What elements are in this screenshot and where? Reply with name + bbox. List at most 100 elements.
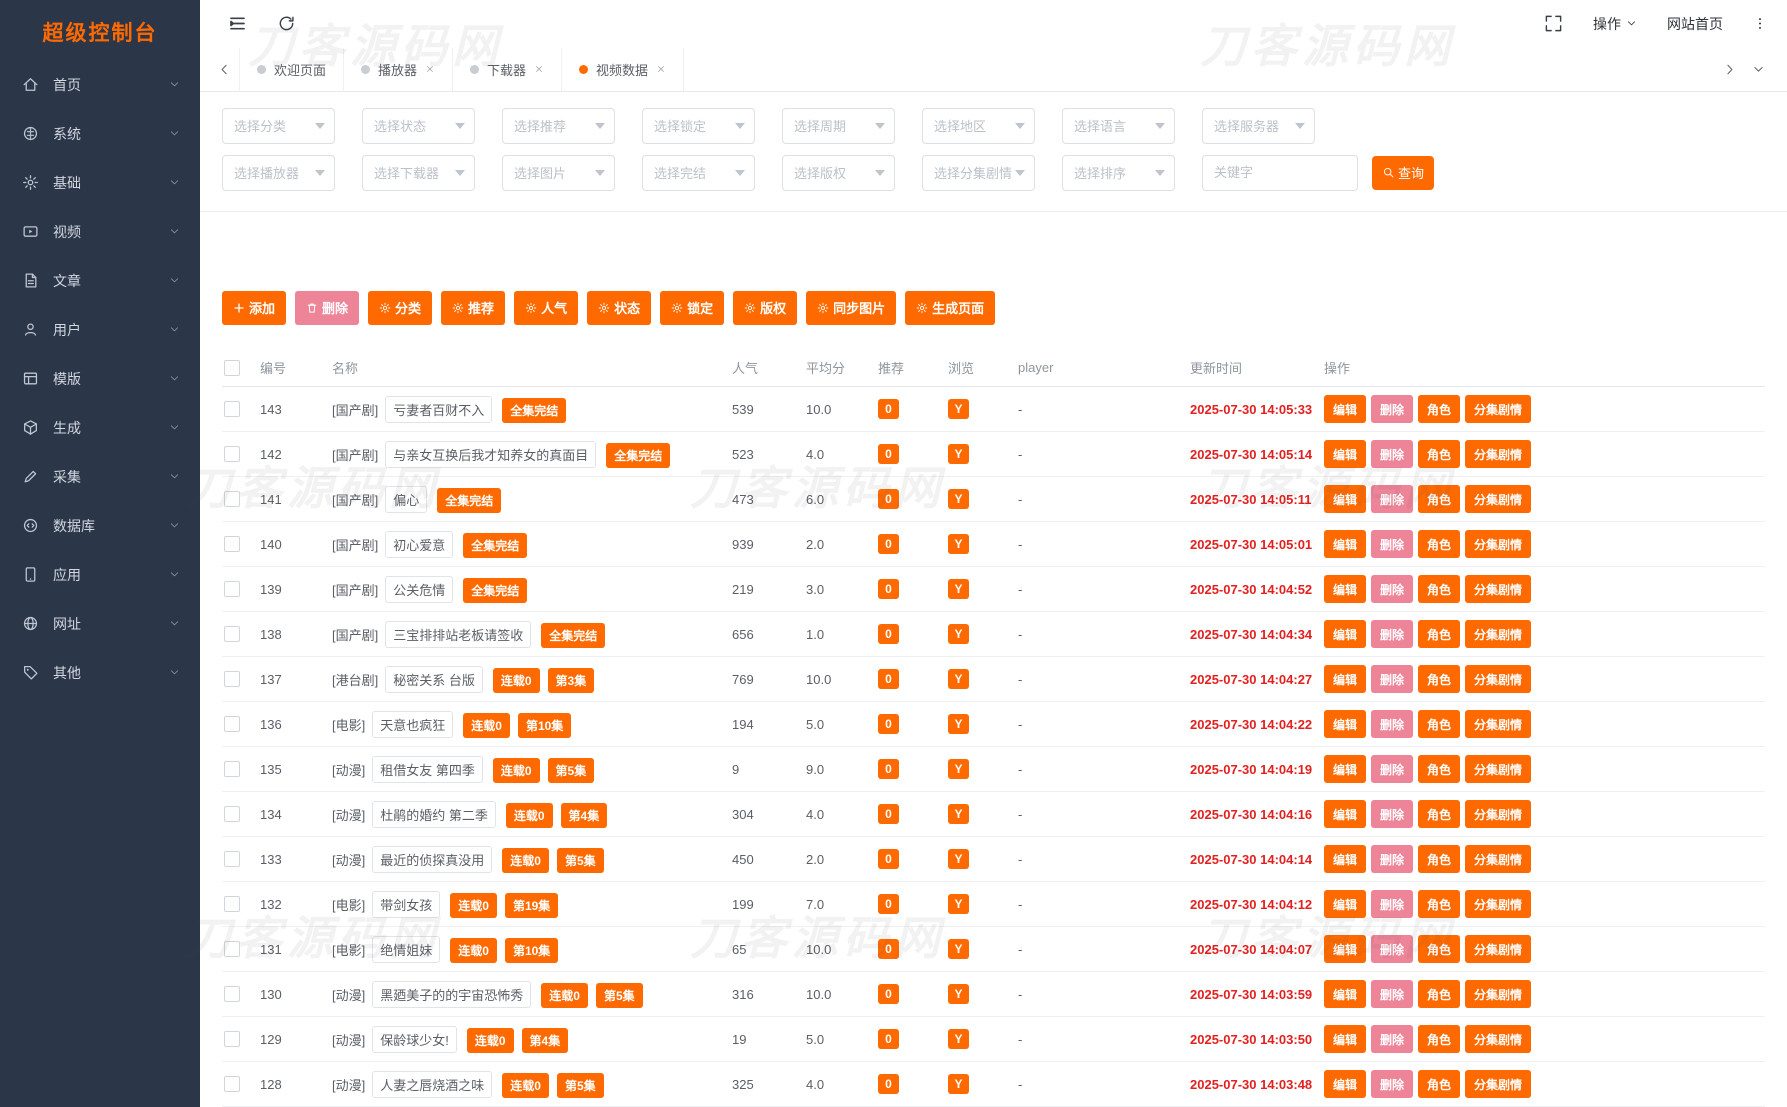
row-action-角色[interactable]: 角色 [1418,980,1461,1008]
row-action-删除[interactable]: 删除 [1371,665,1414,693]
sidebar-item-article[interactable]: 文章 [0,256,200,305]
row-checkbox[interactable] [224,671,240,688]
row-action-编辑[interactable]: 编辑 [1324,890,1367,918]
filter-select[interactable]: 选择分集剧情 [922,154,1035,191]
sidebar-item-gear[interactable]: 基础 [0,158,200,207]
row-action-编辑[interactable]: 编辑 [1324,665,1367,693]
row-action-分集剧情[interactable]: 分集剧情 [1465,575,1532,603]
sidebar-item-globe[interactable]: 网址 [0,599,200,648]
close-icon[interactable] [534,64,544,74]
row-checkbox[interactable] [224,401,240,418]
row-checkbox[interactable] [224,806,240,823]
search-button[interactable]: 查询 [1372,155,1435,190]
row-action-角色[interactable]: 角色 [1418,755,1461,783]
row-action-角色[interactable]: 角色 [1418,530,1461,558]
row-action-删除[interactable]: 删除 [1371,530,1414,558]
filter-select[interactable]: 选择分类 [222,107,335,144]
refresh-icon[interactable] [277,14,296,33]
row-action-编辑[interactable]: 编辑 [1324,935,1367,963]
sidebar-item-system[interactable]: 系统 [0,109,200,158]
toolbar-button-锁定[interactable]: 锁定 [660,290,725,325]
toolbar-button-推荐[interactable]: 推荐 [441,290,506,325]
row-action-编辑[interactable]: 编辑 [1324,395,1367,423]
row-action-编辑[interactable]: 编辑 [1324,575,1367,603]
filter-select[interactable]: 选择服务器 [1202,107,1315,144]
row-action-分集剧情[interactable]: 分集剧情 [1465,395,1532,423]
row-action-角色[interactable]: 角色 [1418,1070,1461,1098]
tab-播放器[interactable]: 播放器 [344,47,454,91]
row-action-分集剧情[interactable]: 分集剧情 [1465,440,1532,468]
row-action-分集剧情[interactable]: 分集剧情 [1465,890,1532,918]
sidebar-item-tag[interactable]: 其他 [0,648,200,697]
row-checkbox[interactable] [224,941,240,958]
toolbar-button-版权[interactable]: 版权 [733,290,798,325]
tabs-menu-icon[interactable] [1752,63,1765,76]
row-checkbox[interactable] [224,896,240,913]
tab-欢迎页面[interactable]: 欢迎页面 [239,47,345,91]
row-action-分集剧情[interactable]: 分集剧情 [1465,710,1532,738]
row-action-编辑[interactable]: 编辑 [1324,530,1367,558]
sidebar-item-tablet[interactable]: 应用 [0,550,200,599]
row-action-角色[interactable]: 角色 [1418,935,1461,963]
sidebar-item-home[interactable]: 首页 [0,60,200,109]
fullscreen-icon[interactable] [1544,14,1563,33]
filter-select[interactable]: 选择锁定 [642,107,755,144]
filter-select[interactable]: 选择完结 [642,154,755,191]
row-action-编辑[interactable]: 编辑 [1324,980,1367,1008]
row-checkbox[interactable] [224,581,240,598]
filter-select[interactable]: 选择语言 [1062,107,1175,144]
row-action-分集剧情[interactable]: 分集剧情 [1465,620,1532,648]
row-action-删除[interactable]: 删除 [1371,440,1414,468]
row-action-编辑[interactable]: 编辑 [1324,710,1367,738]
row-action-分集剧情[interactable]: 分集剧情 [1465,665,1532,693]
row-action-分集剧情[interactable]: 分集剧情 [1465,755,1532,783]
tab-下载器[interactable]: 下载器 [453,47,563,91]
row-action-删除[interactable]: 删除 [1371,710,1414,738]
row-action-分集剧情[interactable]: 分集剧情 [1465,845,1532,873]
row-action-角色[interactable]: 角色 [1418,800,1461,828]
row-checkbox[interactable] [224,446,240,463]
row-checkbox[interactable] [224,1076,240,1093]
toolbar-button-同步图片[interactable]: 同步图片 [806,290,897,325]
site-home-link[interactable]: 网站首页 [1667,14,1723,34]
row-action-角色[interactable]: 角色 [1418,665,1461,693]
keyword-input[interactable] [1202,154,1358,191]
row-action-角色[interactable]: 角色 [1418,485,1461,513]
row-action-分集剧情[interactable]: 分集剧情 [1465,485,1532,513]
sidebar-item-video[interactable]: 视频 [0,207,200,256]
row-action-角色[interactable]: 角色 [1418,890,1461,918]
row-action-角色[interactable]: 角色 [1418,440,1461,468]
row-action-编辑[interactable]: 编辑 [1324,440,1367,468]
row-action-删除[interactable]: 删除 [1371,485,1414,513]
close-icon[interactable] [425,64,435,74]
row-action-分集剧情[interactable]: 分集剧情 [1465,1070,1532,1098]
row-action-删除[interactable]: 删除 [1371,890,1414,918]
row-action-编辑[interactable]: 编辑 [1324,1070,1367,1098]
row-checkbox[interactable] [224,761,240,778]
kebab-menu-icon[interactable] [1753,14,1767,33]
row-action-分集剧情[interactable]: 分集剧情 [1465,530,1532,558]
row-action-角色[interactable]: 角色 [1418,1025,1461,1053]
sidebar-item-pen[interactable]: 采集 [0,452,200,501]
tabs-scroll-left-icon[interactable] [218,63,231,76]
filter-select[interactable]: 选择地区 [922,107,1035,144]
tabs-scroll-right-icon[interactable] [1723,63,1736,76]
row-action-分集剧情[interactable]: 分集剧情 [1465,980,1532,1008]
filter-select[interactable]: 选择下载器 [362,154,475,191]
sidebar-item-cube[interactable]: 生成 [0,403,200,452]
row-action-分集剧情[interactable]: 分集剧情 [1465,800,1532,828]
sidebar-item-user[interactable]: 用户 [0,305,200,354]
row-action-删除[interactable]: 删除 [1371,980,1414,1008]
filter-select[interactable]: 选择版权 [782,154,895,191]
filter-select[interactable]: 选择推荐 [502,107,615,144]
row-checkbox[interactable] [224,491,240,508]
row-action-角色[interactable]: 角色 [1418,395,1461,423]
row-action-删除[interactable]: 删除 [1371,1070,1414,1098]
row-checkbox[interactable] [224,851,240,868]
filter-select[interactable]: 选择排序 [1062,154,1175,191]
row-checkbox[interactable] [224,536,240,553]
row-action-编辑[interactable]: 编辑 [1324,800,1367,828]
select-all-checkbox[interactable] [224,359,240,376]
row-action-角色[interactable]: 角色 [1418,575,1461,603]
row-action-删除[interactable]: 删除 [1371,575,1414,603]
